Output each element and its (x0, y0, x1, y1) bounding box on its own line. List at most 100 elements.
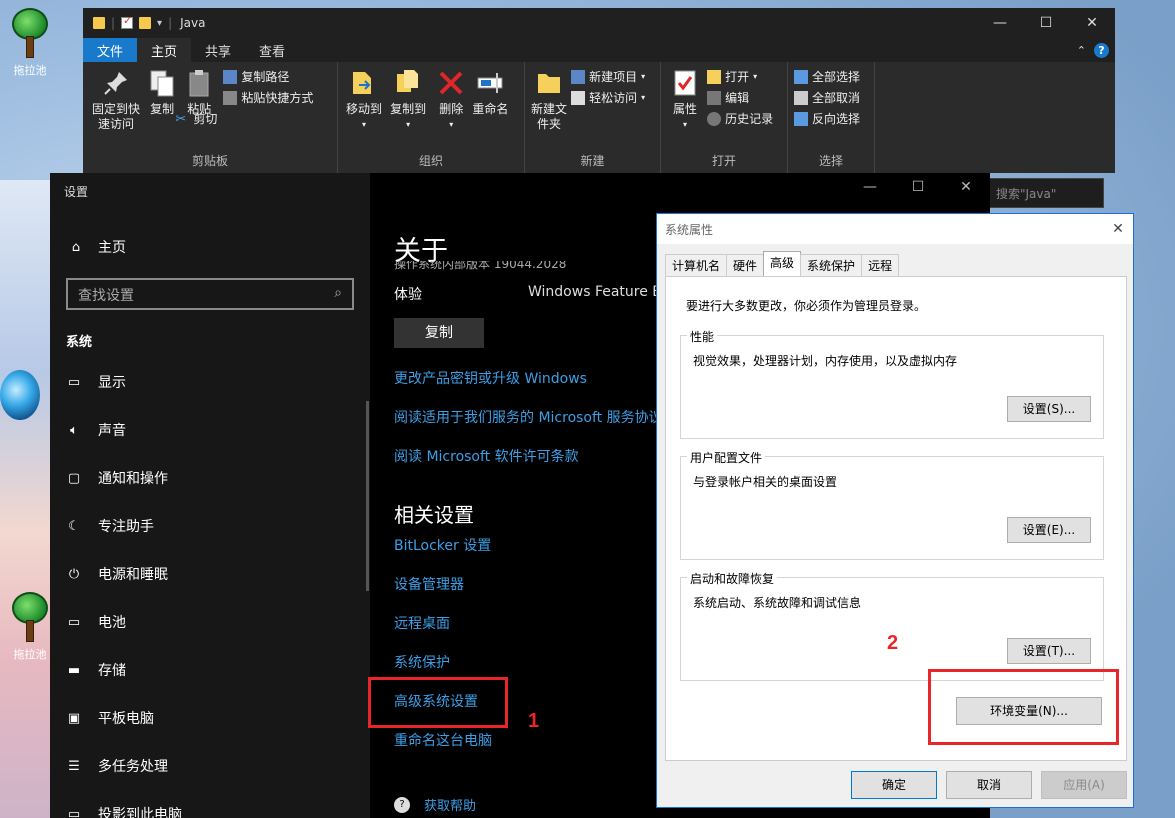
tree-icon (10, 592, 50, 642)
select-none-icon (794, 90, 808, 105)
open-icon (707, 69, 722, 84)
desktop-icon-label: 拖拉池 (13, 64, 47, 77)
cancel-button[interactable]: 取消 (946, 771, 1032, 799)
delete-x-icon (439, 71, 463, 95)
help-icon[interactable]: ? (1094, 42, 1109, 58)
nav-power-sleep[interactable]: ⏻ 电源和睡眠 (66, 564, 168, 584)
easy-access-icon (571, 90, 586, 105)
change-product-key-link[interactable]: 更改产品密钥或升级 Windows (394, 368, 587, 388)
rename-button[interactable]: 重命名 (470, 66, 510, 117)
annotation-box-2 (928, 669, 1119, 745)
pin-quick-access-button[interactable]: 固定到快速访问 (89, 66, 143, 132)
startup-settings-button[interactable]: 设置(T)... (1007, 638, 1091, 664)
select-all-button[interactable]: 全部选择 (794, 68, 860, 85)
tab-home[interactable]: 主页 (137, 38, 192, 62)
chevron-down-icon: ▾ (641, 93, 646, 102)
minimize-button[interactable]: — (977, 15, 1023, 31)
explorer-search-input[interactable]: 搜索"Java" (985, 178, 1104, 208)
cut-button[interactable]: ✂ 剪切 (175, 110, 313, 127)
chevron-down-icon[interactable]: ▾ (157, 18, 162, 29)
group-clipboard: 固定到快速访问 复制 粘贴 复制路径 粘贴快捷方式 ✂ 剪切 剪贴板 (83, 62, 338, 173)
move-to-button[interactable]: 移动到 ▾ (344, 66, 384, 132)
rename-pc-link[interactable]: 重命名这台电脑 (394, 730, 492, 750)
device-manager-link[interactable]: 设备管理器 (394, 574, 464, 594)
new-folder-icon[interactable] (139, 17, 152, 29)
license-terms-link[interactable]: 阅读 Microsoft 软件许可条款 (394, 446, 579, 466)
performance-group: 性能 视觉效果，处理器计划，内存使用，以及虚拟内存 设置(S)... (680, 328, 1104, 439)
nav-multitasking[interactable]: ☰ 多任务处理 (66, 756, 168, 776)
close-icon[interactable]: ✕ (1103, 221, 1133, 237)
copy-path-button[interactable]: 复制路径 (223, 68, 313, 85)
group-label: 选择 (818, 154, 843, 168)
user-profiles-settings-button[interactable]: 设置(E)... (1007, 517, 1091, 543)
home-icon: ⌂ (71, 239, 81, 255)
tab-share[interactable]: 共享 (191, 38, 245, 62)
maximize-button[interactable]: ☐ (894, 179, 942, 195)
performance-settings-button[interactable]: 设置(S)... (1007, 396, 1091, 422)
delete-button[interactable]: 删除 ▾ (436, 66, 466, 132)
chevron-down-icon: ▾ (753, 72, 758, 81)
tablet-icon: ▣ (67, 710, 81, 726)
tab-view[interactable]: 查看 (245, 38, 299, 62)
open-button[interactable]: 打开 ▾ (707, 68, 773, 85)
annotation-box-1 (368, 677, 508, 728)
file-explorer-window: | ▾ | Java — ☐ ✕ 文件 主页 共享 查看 ⌃ ? 固定到快速访问 (83, 8, 1115, 173)
group-label: 剪贴板 (191, 154, 228, 168)
copy-to-button[interactable]: 复制到 ▾ (388, 66, 428, 132)
copy-button[interactable]: 复制 (394, 318, 484, 348)
group-new: 新建文件夹 新建项目 ▾ 轻松访问 ▾ 新建 (525, 62, 661, 173)
properties-check-icon[interactable] (121, 14, 134, 29)
nav-battery[interactable]: ▭ 电池 (66, 612, 126, 632)
settings-search-input[interactable]: 查找设置 ⌕ (66, 278, 354, 310)
properties-button[interactable]: 属性 ▾ (667, 66, 703, 132)
nav-sound[interactable]: 🔈︎ 声音 (66, 420, 126, 440)
tab-computer-name[interactable]: 计算机名 (665, 254, 728, 276)
tab-remote[interactable]: 远程 (861, 254, 900, 276)
nav-display[interactable]: ▭ 显示 (66, 372, 126, 392)
remote-desktop-link[interactable]: 远程桌面 (394, 613, 450, 633)
close-button[interactable]: ✕ (1069, 15, 1115, 31)
bitlocker-link[interactable]: BitLocker 设置 (394, 535, 491, 555)
nav-storage[interactable]: ▬ 存储 (66, 660, 126, 680)
settings-title: 设置 (64, 185, 89, 199)
chevron-down-icon: ▾ (406, 120, 411, 129)
edit-button[interactable]: 编辑 (707, 89, 773, 106)
nav-focus-assist[interactable]: ☾ 专注助手 (66, 516, 154, 536)
tab-system-protection[interactable]: 系统保护 (800, 254, 863, 276)
new-item-button[interactable]: 新建项目 ▾ (571, 68, 645, 85)
easy-access-button[interactable]: 轻松访问 ▾ (571, 89, 645, 106)
chevron-up-icon[interactable]: ⌃ (1077, 44, 1086, 57)
tab-advanced[interactable]: 高级 (763, 251, 802, 276)
services-agreement-link[interactable]: 阅读适用于我们服务的 Microsoft 服务协议 (394, 407, 663, 427)
new-folder-button[interactable]: 新建文件夹 (531, 66, 567, 132)
desktop-icon-tree-1[interactable]: 拖拉池 (0, 8, 60, 78)
startup-recovery-group: 启动和故障恢复 系统启动、系统故障和调试信息 设置(T)... (680, 570, 1104, 681)
ribbon-tabs: 文件 主页 共享 查看 ⌃ ? (83, 38, 1115, 62)
select-none-button[interactable]: 全部取消 (794, 89, 860, 106)
copy-button[interactable]: 复制 (147, 66, 177, 117)
nav-project[interactable]: ▭ 投影到此电脑 (66, 804, 182, 818)
ok-button[interactable]: 确定 (851, 771, 937, 799)
nav-notifications[interactable]: ▢ 通知和操作 (66, 468, 168, 488)
tree-icon (10, 8, 50, 58)
clipboard-icon (189, 70, 209, 97)
system-protection-link[interactable]: 系统保护 (394, 652, 450, 672)
tab-hardware[interactable]: 硬件 (726, 254, 765, 276)
get-help-link[interactable]: ? 获取帮助 (394, 795, 476, 814)
group-label: 组织 (418, 154, 443, 168)
close-button[interactable]: ✕ (942, 179, 990, 195)
folder-icon[interactable] (93, 17, 105, 29)
tab-file[interactable]: 文件 (83, 38, 138, 62)
move-to-icon (353, 72, 371, 94)
maximize-button[interactable]: ☐ (1023, 15, 1069, 31)
invert-selection-button[interactable]: 反向选择 (794, 110, 860, 127)
history-button[interactable]: 历史记录 (707, 110, 773, 127)
minimize-button[interactable]: — (846, 179, 894, 195)
nav-home[interactable]: ⌂ 主页 (68, 237, 126, 257)
sidebar-scrollbar[interactable] (366, 401, 369, 591)
chevron-down-icon: ▾ (682, 120, 687, 129)
window-title: Java (180, 16, 206, 30)
paste-shortcut-button[interactable]: 粘贴快捷方式 (223, 89, 313, 106)
nav-tablet[interactable]: ▣ 平板电脑 (66, 708, 154, 728)
apply-button[interactable]: 应用(A) (1041, 771, 1127, 799)
